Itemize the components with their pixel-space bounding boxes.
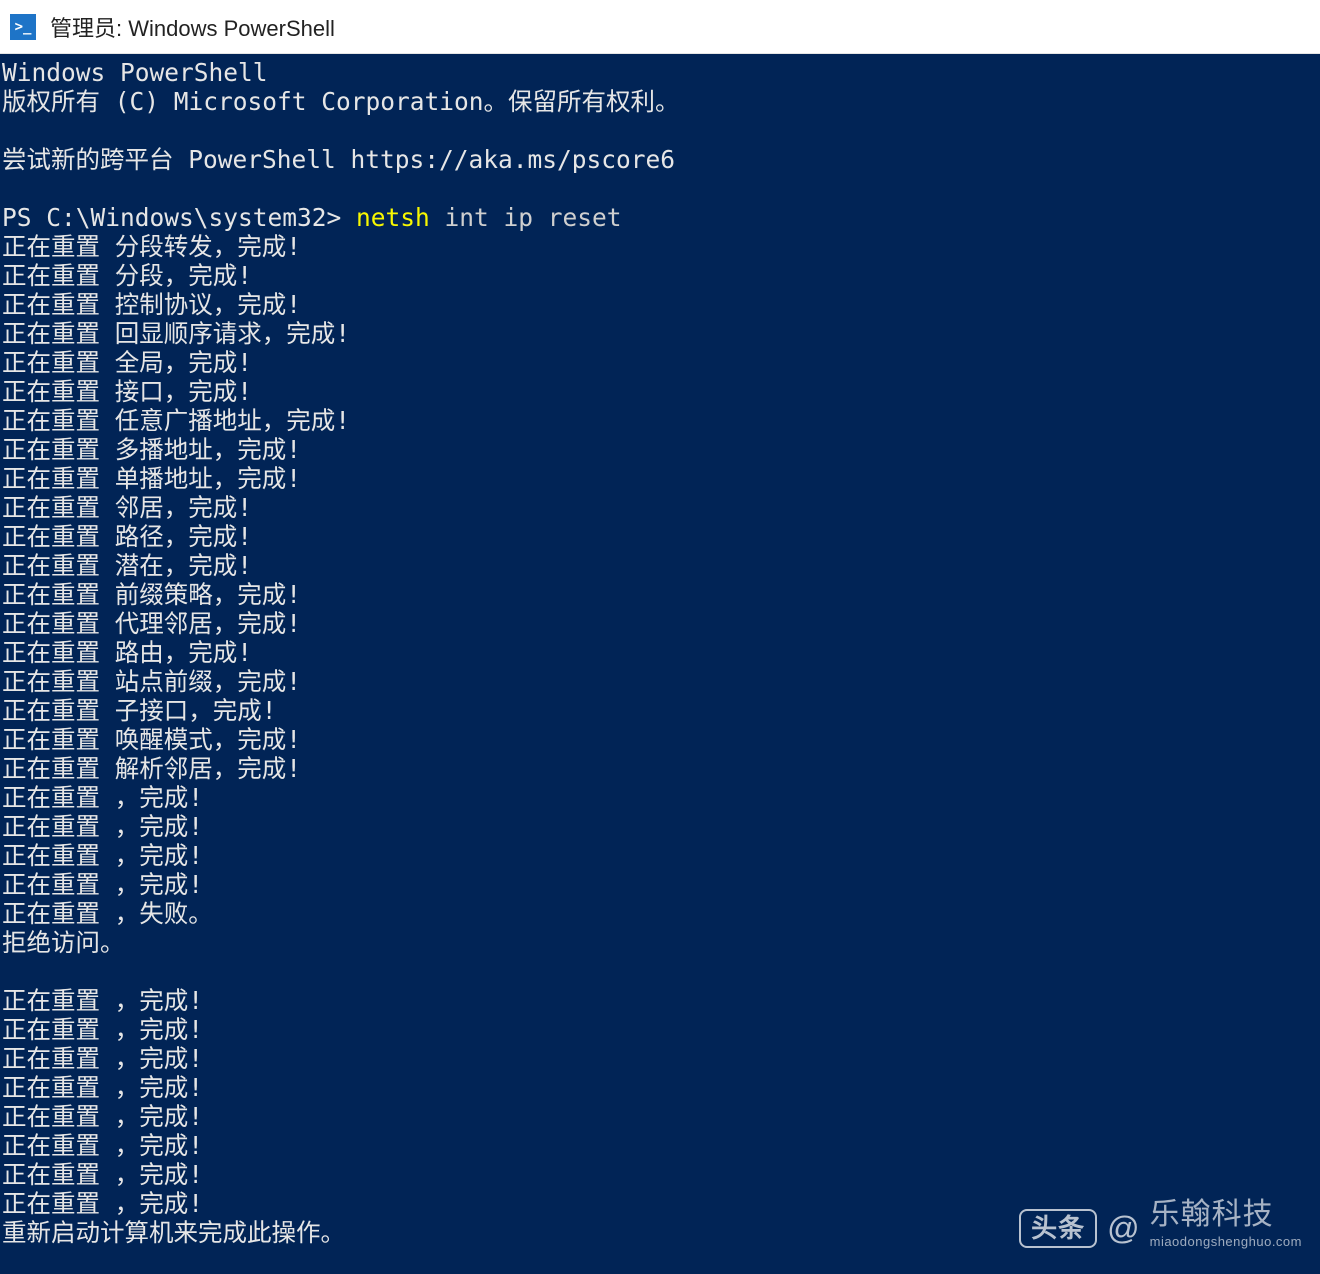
watermark-name: 乐翰科技 [1150, 1200, 1274, 1229]
powershell-icon: >_ [10, 14, 36, 40]
titlebar[interactable]: >_ 管理员: Windows PowerShell [0, 0, 1320, 54]
watermark-badge: 头条 [1019, 1209, 1097, 1248]
watermark: 头条 @ 乐翰科技 miaodongshenghuo.com [1019, 1200, 1302, 1256]
terminal-output: 正在重置 分段转发，完成! 正在重置 分段，完成! 正在重置 控制协议，完成! … [2, 232, 350, 1247]
terminal-header: Windows PowerShell 版权所有 (C) Microsoft Co… [2, 58, 680, 174]
window-title: 管理员: Windows PowerShell [50, 11, 335, 43]
prompt-line-1: PS C:\Windows\system32> netsh int ip res… [2, 203, 622, 232]
watermark-at: @ [1107, 1214, 1139, 1243]
command-rest: int ip reset [430, 203, 622, 232]
terminal-body[interactable]: Windows PowerShell 版权所有 (C) Microsoft Co… [0, 54, 1320, 1274]
command-highlight: netsh [356, 203, 430, 232]
prompt-prefix: PS C:\Windows\system32> [2, 203, 356, 232]
watermark-sub: miaodongshenghuo.com [1150, 1227, 1302, 1256]
powershell-window: >_ 管理员: Windows PowerShell Windows Power… [0, 0, 1320, 1274]
